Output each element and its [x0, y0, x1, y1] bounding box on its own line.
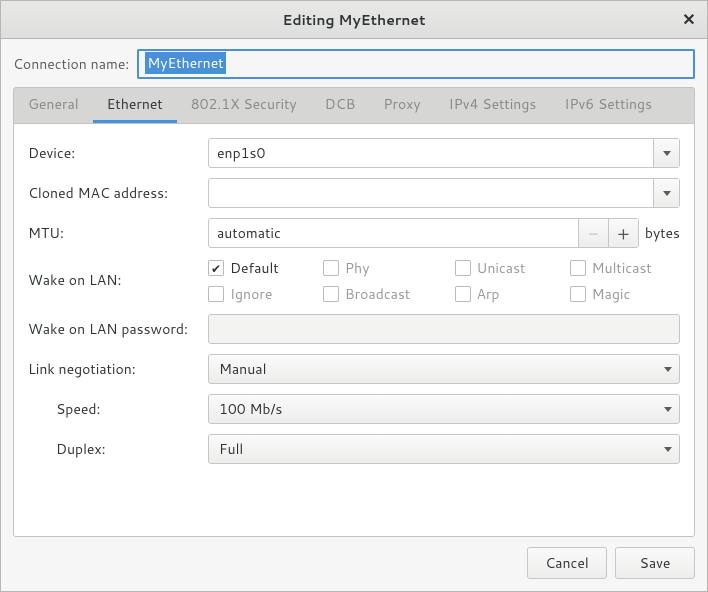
link-negotiation-arrow[interactable] — [657, 355, 679, 383]
checkbox-icon — [323, 260, 339, 276]
wol-password-input — [208, 314, 680, 344]
connection-name-row: Connection name: MyEthernet — [13, 49, 695, 79]
device-combo[interactable]: enp1s0 — [208, 138, 680, 168]
chevron-down-icon — [664, 367, 672, 372]
mtu-value: automatic — [209, 219, 578, 247]
mtu-row: automatic − + bytes — [208, 218, 680, 248]
tab-dcb[interactable]: DCB — [311, 88, 370, 123]
duplex-label: Duplex: — [28, 439, 198, 459]
wol-default-checkbox[interactable]: Default — [208, 258, 307, 278]
window-title: Editing MyEthernet — [282, 10, 425, 30]
wol-arp-checkbox[interactable]: Arp — [455, 284, 554, 304]
link-negotiation-label: Link negotiation: — [28, 359, 198, 379]
titlebar: Editing MyEthernet ✕ — [1, 1, 707, 39]
dialog-buttons: Cancel Save — [13, 537, 695, 579]
checkbox-icon — [570, 260, 586, 276]
cloned-mac-dropdown-arrow[interactable] — [653, 179, 679, 207]
wol-magic-checkbox[interactable]: Magic — [570, 284, 680, 304]
wol-multicast-checkbox[interactable]: Multicast — [570, 258, 680, 278]
cloned-mac-label: Cloned MAC address: — [28, 183, 198, 203]
tab-proxy[interactable]: Proxy — [369, 88, 434, 123]
wol-phy-checkbox[interactable]: Phy — [323, 258, 439, 278]
connection-name-label: Connection name: — [13, 54, 129, 74]
device-value: enp1s0 — [209, 143, 653, 163]
chevron-down-icon — [663, 191, 671, 196]
speed-value: 100 Mb/s — [209, 399, 657, 419]
tab-ethernet[interactable]: Ethernet — [93, 88, 177, 123]
save-button[interactable]: Save — [615, 547, 695, 579]
mtu-increment-button[interactable]: + — [608, 219, 638, 247]
mtu-unit: bytes — [645, 223, 680, 243]
duplex-arrow[interactable] — [657, 435, 679, 463]
wol-password-label: Wake on LAN password: — [28, 319, 198, 339]
ethernet-panel: Device: enp1s0 Cloned MAC address: MTU: … — [13, 123, 695, 537]
wol-broadcast-checkbox[interactable]: Broadcast — [323, 284, 439, 304]
cloned-mac-combo[interactable] — [208, 178, 680, 208]
speed-label: Speed: — [28, 399, 198, 419]
duplex-combo[interactable]: Full — [208, 434, 680, 464]
speed-combo[interactable]: 100 Mb/s — [208, 394, 680, 424]
checkbox-icon — [455, 260, 471, 276]
duplex-value: Full — [209, 439, 657, 459]
chevron-down-icon — [663, 151, 671, 156]
wol-label: Wake on LAN: — [28, 258, 198, 290]
wol-options: Default Phy Unicast Multicast Ignore Bro… — [208, 258, 680, 304]
mtu-decrement-button[interactable]: − — [578, 219, 608, 247]
wol-unicast-checkbox[interactable]: Unicast — [455, 258, 554, 278]
link-negotiation-value: Manual — [209, 359, 657, 379]
tab-8021x-security[interactable]: 802.1X Security — [177, 88, 311, 123]
checkbox-icon — [570, 286, 586, 302]
device-dropdown-arrow[interactable] — [653, 139, 679, 167]
device-label: Device: — [28, 143, 198, 163]
dialog-window: Editing MyEthernet ✕ Connection name: My… — [0, 0, 708, 592]
checkbox-icon — [455, 286, 471, 302]
speed-arrow[interactable] — [657, 395, 679, 423]
chevron-down-icon — [664, 407, 672, 412]
connection-name-input[interactable]: MyEthernet — [137, 49, 695, 79]
link-negotiation-combo[interactable]: Manual — [208, 354, 680, 384]
tab-ipv4-settings[interactable]: IPv4 Settings — [435, 88, 551, 123]
checkbox-icon — [208, 260, 224, 276]
mtu-spinbox[interactable]: automatic − + — [208, 218, 639, 248]
content-area: Connection name: MyEthernet General Ethe… — [1, 39, 707, 591]
chevron-down-icon — [664, 447, 672, 452]
wol-ignore-checkbox[interactable]: Ignore — [208, 284, 307, 304]
mtu-label: MTU: — [28, 223, 198, 243]
ethernet-form: Device: enp1s0 Cloned MAC address: MTU: … — [28, 138, 680, 464]
connection-name-value: MyEthernet — [145, 52, 225, 74]
close-icon[interactable]: ✕ — [679, 10, 699, 30]
tab-general[interactable]: General — [14, 88, 93, 123]
checkbox-icon — [208, 286, 224, 302]
cancel-button[interactable]: Cancel — [527, 547, 607, 579]
tab-ipv6-settings[interactable]: IPv6 Settings — [550, 88, 666, 123]
checkbox-icon — [323, 286, 339, 302]
tab-bar: General Ethernet 802.1X Security DCB Pro… — [13, 87, 695, 123]
